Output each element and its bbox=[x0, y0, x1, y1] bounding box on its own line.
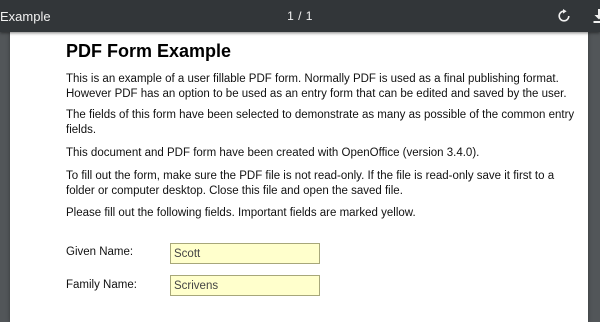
given-name-label: Given Name: bbox=[66, 246, 133, 258]
rotate-button[interactable] bbox=[553, 5, 575, 27]
readonly-paragraph: To fill out the form, make sure the PDF … bbox=[66, 169, 586, 199]
rotate-icon bbox=[557, 9, 571, 23]
download-button[interactable] bbox=[588, 5, 600, 27]
instructions-paragraph: Please fill out the following fields. Im… bbox=[66, 206, 586, 221]
page-heading: PDF Form Example bbox=[66, 41, 231, 62]
pdf-page: PDF Form Example This is an example of a… bbox=[10, 32, 588, 322]
fields-paragraph: The fields of this form have been select… bbox=[66, 108, 586, 138]
pdf-toolbar: Example 1 / 1 bbox=[0, 0, 600, 32]
download-icon bbox=[593, 9, 600, 23]
page-counter: 1 / 1 bbox=[0, 9, 600, 23]
openoffice-paragraph: This document and PDF form have been cre… bbox=[66, 146, 586, 161]
given-name-field[interactable] bbox=[170, 243, 320, 264]
intro-paragraph: This is an example of a user fillable PD… bbox=[66, 72, 586, 102]
family-name-field[interactable] bbox=[170, 275, 320, 296]
family-name-label: Family Name: bbox=[66, 279, 137, 291]
